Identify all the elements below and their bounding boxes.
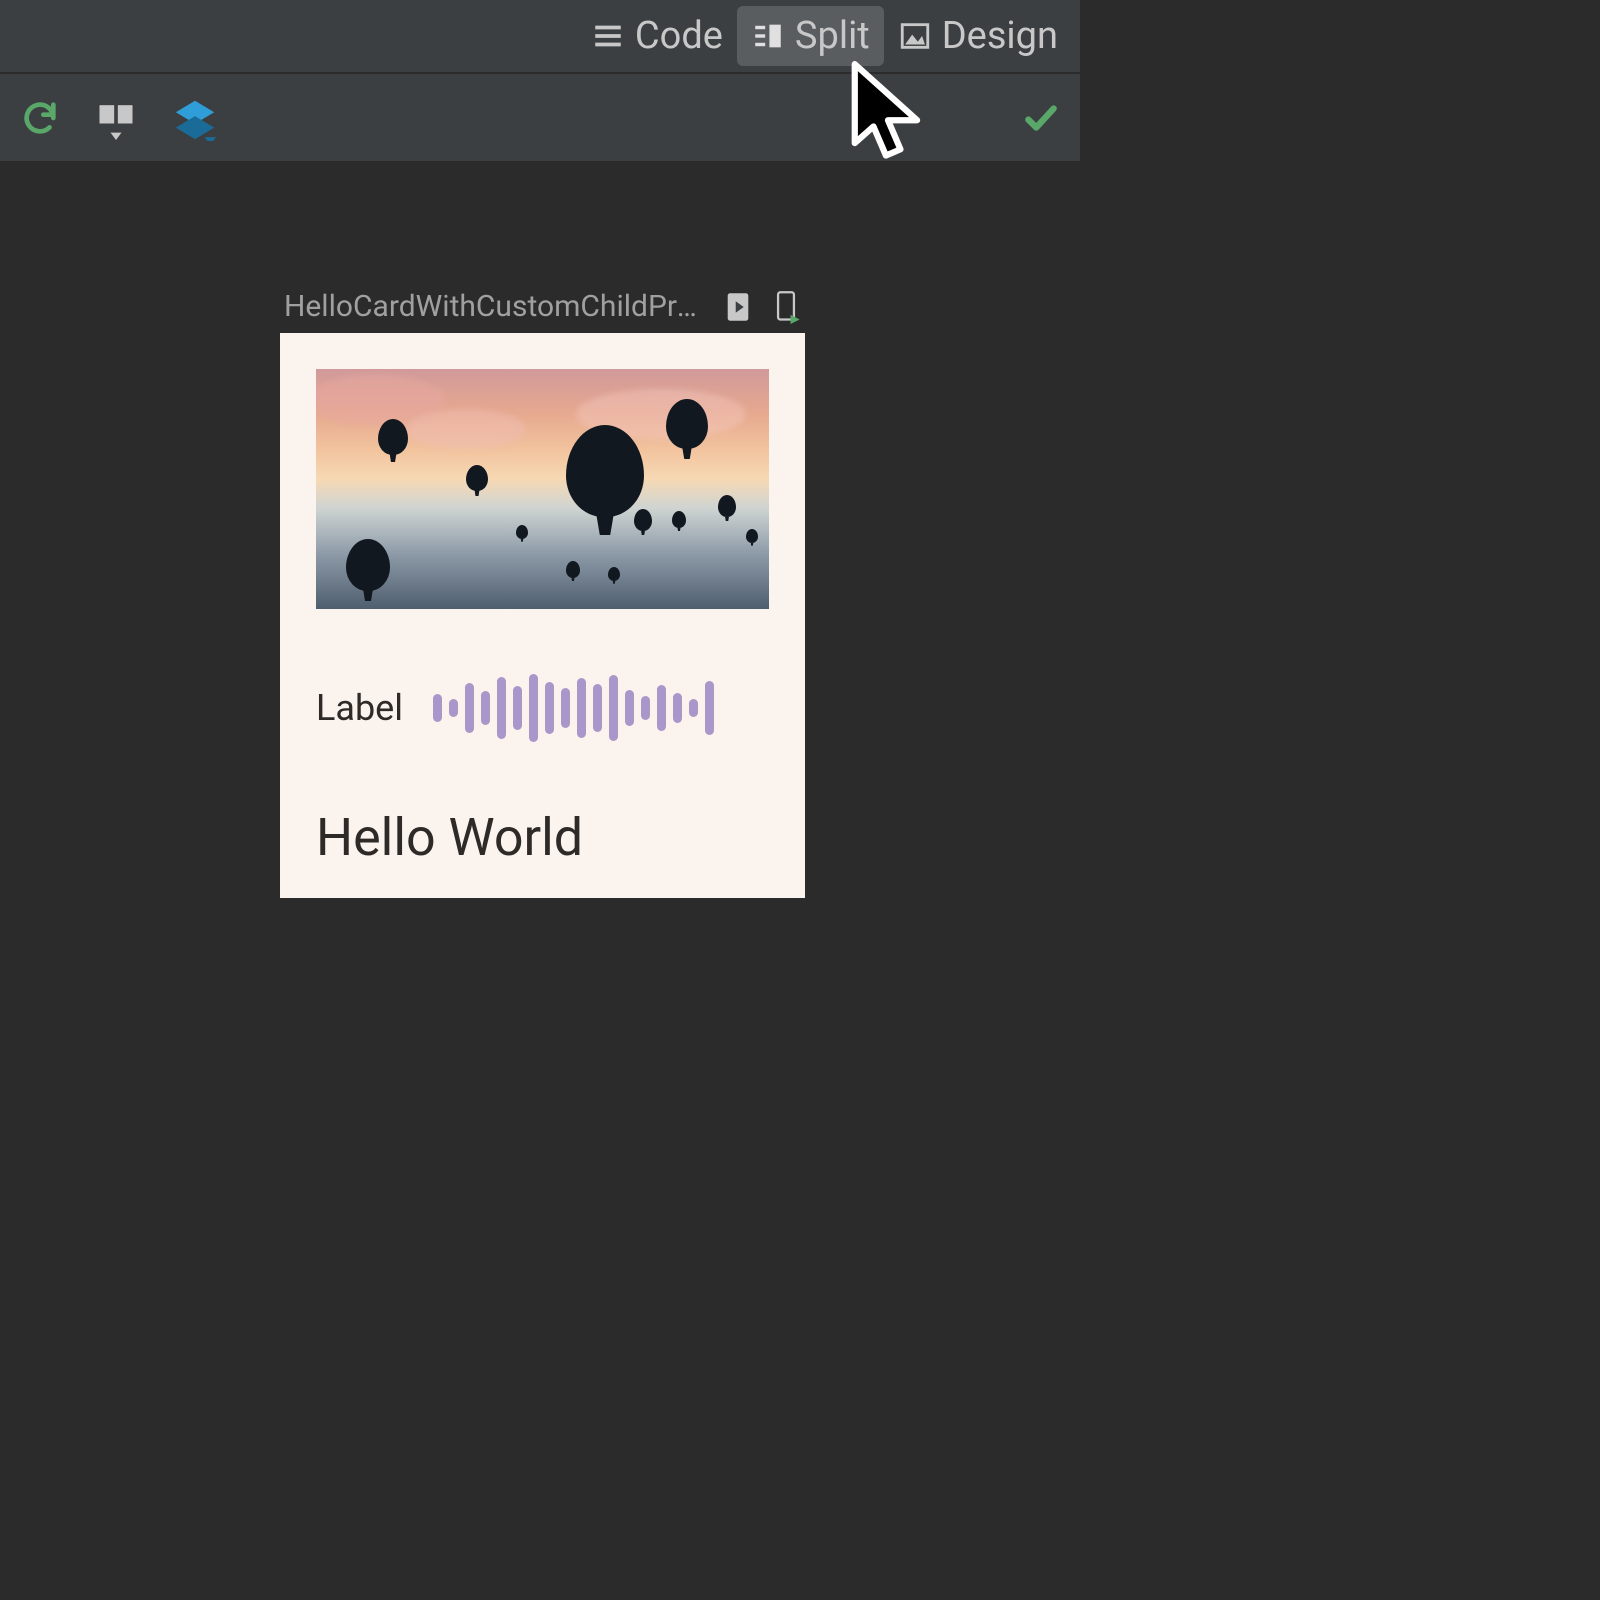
waveform-bar bbox=[625, 690, 634, 726]
waveform-bar bbox=[705, 681, 714, 735]
waveform-bar bbox=[673, 693, 682, 723]
interactive-preview-icon[interactable] bbox=[724, 291, 752, 323]
preview-header: HelloCardWithCustomChildPrev... bbox=[284, 289, 800, 324]
waveform-bar bbox=[497, 677, 506, 739]
waveform-bar bbox=[481, 691, 490, 725]
deploy-preview-icon[interactable] bbox=[772, 290, 800, 324]
waveform-bar bbox=[433, 694, 442, 722]
image-icon bbox=[898, 19, 932, 53]
tab-split[interactable]: Split bbox=[737, 6, 884, 66]
card-label-row: Label bbox=[316, 673, 769, 743]
layers-button[interactable] bbox=[172, 95, 218, 141]
waveform-bar bbox=[529, 674, 538, 742]
tab-code-label: Code bbox=[635, 14, 723, 58]
tab-design-label: Design bbox=[942, 14, 1058, 58]
surface-selector-button[interactable] bbox=[94, 96, 138, 140]
waveform-bar bbox=[545, 682, 554, 734]
hamburger-icon bbox=[591, 19, 625, 53]
waveform-bar bbox=[561, 688, 570, 728]
build-success-icon[interactable] bbox=[1022, 99, 1060, 137]
waveform-bar bbox=[641, 696, 650, 720]
card-image bbox=[316, 369, 769, 609]
tab-split-label: Split bbox=[795, 14, 870, 58]
waveform-bar bbox=[593, 684, 602, 732]
waveform-bar bbox=[577, 678, 586, 738]
tab-design[interactable]: Design bbox=[884, 6, 1072, 66]
refresh-button[interactable] bbox=[20, 98, 60, 138]
tab-code[interactable]: Code bbox=[577, 6, 737, 66]
design-canvas[interactable]: HelloCardWithCustomChildPrev... bbox=[0, 163, 1080, 1080]
card-title: Hello World bbox=[316, 807, 769, 868]
split-view-icon bbox=[751, 19, 785, 53]
waveform-bar bbox=[465, 683, 474, 733]
design-toolbar bbox=[0, 74, 1080, 162]
preview-title: HelloCardWithCustomChildPrev... bbox=[284, 289, 704, 324]
preview-card: Label Hello World bbox=[280, 333, 805, 898]
waveform-graphic bbox=[433, 673, 714, 743]
waveform-bar bbox=[657, 685, 666, 731]
waveform-bar bbox=[609, 675, 618, 741]
waveform-bar bbox=[449, 699, 458, 717]
waveform-bar bbox=[689, 699, 698, 717]
card-label: Label bbox=[316, 687, 403, 729]
waveform-bar bbox=[513, 686, 522, 730]
view-mode-tabs: Code Split Design bbox=[0, 0, 1080, 74]
